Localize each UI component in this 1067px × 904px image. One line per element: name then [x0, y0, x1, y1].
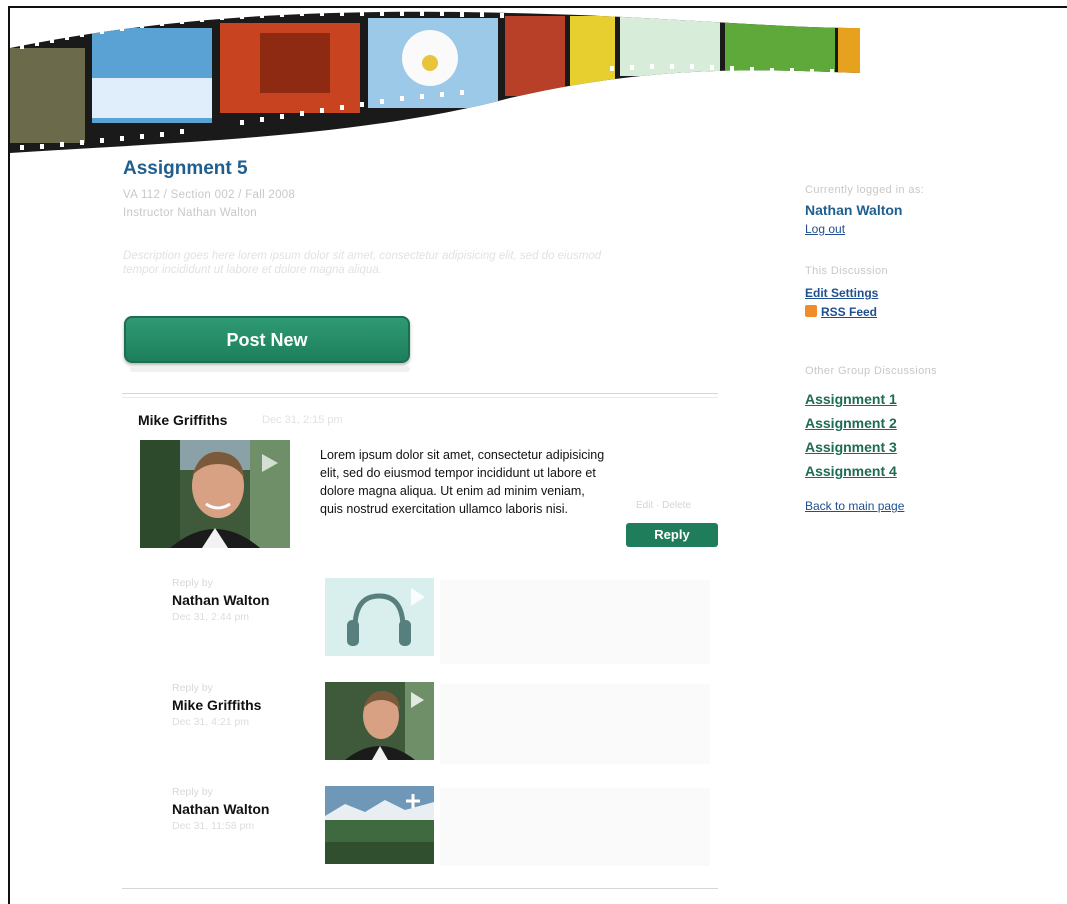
reply-by-label: Reply by: [172, 786, 213, 798]
back-to-main-link[interactable]: Back to main page: [805, 499, 937, 513]
reply-item: Reply by Mike Griffiths Dec 31, 4:21 pm: [172, 682, 261, 728]
divider-top-2: [122, 397, 718, 398]
assignment-link-3[interactable]: Assignment 3: [805, 435, 937, 459]
post-body: Lorem ipsum dolor sit amet, consectetur …: [320, 448, 605, 516]
reply-by-label: Reply by: [172, 577, 213, 589]
reply-by-label: Reply by: [172, 682, 213, 694]
rss-icon: [805, 305, 817, 317]
reply-button[interactable]: Reply: [626, 523, 718, 547]
reply-date: Dec 31, 4:21 pm: [172, 716, 250, 728]
assignment-description: Description goes here lorem ipsum dolor …: [123, 250, 602, 276]
post-new-button[interactable]: Post New: [124, 316, 410, 363]
post-date: Dec 31, 2:15 pm: [262, 414, 343, 426]
logged-in-label: Currently logged in as:: [805, 184, 925, 196]
reply-item: Reply by Nathan Walton Dec 31, 11:58 pm: [172, 786, 269, 832]
assignment-link-2[interactable]: Assignment 2: [805, 411, 937, 435]
divider-top: [122, 393, 718, 394]
reply-date: Dec 31, 2:44 pm: [172, 611, 250, 623]
reply-content-panel: [440, 684, 710, 764]
edit-settings-link[interactable]: Edit Settings: [805, 286, 937, 300]
reply-content-panel: [440, 580, 710, 664]
this-discussion-label: This Discussion: [805, 265, 889, 277]
sidebar: Currently logged in as: Nathan Walton Lo…: [805, 184, 937, 513]
post-video-thumbnail[interactable]: [140, 440, 290, 548]
logout-link[interactable]: Log out: [805, 222, 937, 236]
instructor-info: Instructor Nathan Walton: [123, 207, 257, 219]
film-strip-banner: [10, 8, 870, 158]
reply-date: Dec 31, 11:58 pm: [172, 820, 255, 832]
other-discussions-label: Other Group Discussions: [805, 365, 938, 377]
course-meta: VA 112 / Section 002 / Fall 2008 Instruc…: [123, 186, 295, 222]
reply-author[interactable]: Mike Griffiths: [172, 697, 261, 713]
reply-author[interactable]: Nathan Walton: [172, 801, 269, 817]
post-author[interactable]: Mike Griffiths: [138, 412, 227, 428]
page-title: Assignment 5: [123, 158, 248, 179]
rss-feed-link[interactable]: RSS Feed: [821, 305, 877, 319]
reply-content-panel: [440, 788, 710, 866]
course-info: VA 112 / Section 002 / Fall 2008: [123, 189, 296, 201]
assignment-link-1[interactable]: Assignment 1: [805, 387, 937, 411]
reply-item: Reply by Nathan Walton Dec 31, 2:44 pm: [172, 577, 269, 623]
assignment-list: Assignment 1 Assignment 2 Assignment 3 A…: [805, 387, 937, 483]
photo-thumbnail[interactable]: [325, 786, 434, 864]
divider-bottom: [122, 888, 718, 889]
reply-author[interactable]: Nathan Walton: [172, 592, 269, 608]
audio-thumbnail[interactable]: [325, 578, 434, 656]
assignment-link-4[interactable]: Assignment 4: [805, 459, 937, 483]
post-new-shadow: [130, 366, 410, 372]
video-thumbnail[interactable]: [325, 682, 434, 760]
rss-feed-row[interactable]: RSS Feed: [805, 303, 937, 321]
edit-delete-links[interactable]: Edit · Delete: [636, 500, 691, 511]
current-user: Nathan Walton: [805, 202, 903, 218]
